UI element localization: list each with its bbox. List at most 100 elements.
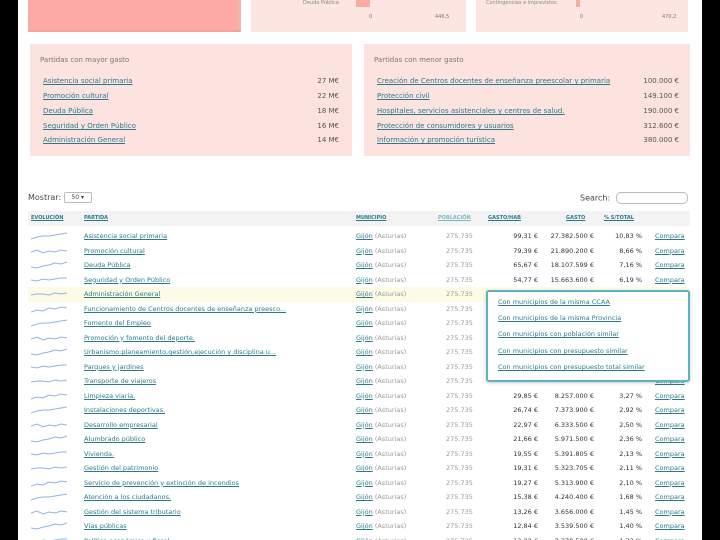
mayor-item[interactable]: Asistencia social primaria 27 M€ (43, 77, 339, 89)
compare-option-presupuesto[interactable]: Con municipios con presupuesto similar (498, 347, 628, 355)
row-partida[interactable]: Vías públicas (84, 522, 127, 530)
menor-item[interactable]: Creación de Centros docentes de enseñanz… (377, 77, 679, 89)
row-municipio: Gijón (Asturias) (356, 363, 406, 371)
row-partida[interactable]: Limpieza viaria. (84, 392, 135, 400)
row-partida[interactable]: Servicio de prevención y extinción de in… (84, 479, 239, 487)
row-municipio-link[interactable]: Gijón (356, 261, 373, 269)
row-partida[interactable]: Funcionamiento de Centros docentes de en… (84, 305, 286, 313)
menor-item[interactable]: Protección de consumidores y usuarios 31… (377, 122, 679, 134)
row-partida[interactable]: Política económica y fiscal (84, 537, 169, 540)
row-gasto: 7.373.900 € (554, 406, 594, 414)
row-partida[interactable]: Administración General (84, 290, 160, 298)
row-partida[interactable]: Parques y jardines (84, 363, 144, 371)
col-partida[interactable]: PARTIDA (84, 215, 108, 221)
row-compara-link[interactable]: Compara (655, 450, 685, 458)
row-partida[interactable]: Promoción cultural (84, 247, 145, 255)
row-municipio-link[interactable]: Gijón (356, 508, 373, 516)
row-compara-link[interactable]: Compara (655, 435, 685, 443)
mostrar-select[interactable]: 50 ▾ (63, 192, 92, 203)
mayor-item[interactable]: Seguridad y Orden Público 16 M€ (43, 122, 339, 134)
row-municipio-link[interactable]: Gijón (356, 290, 373, 298)
row-municipio-link[interactable]: Gijón (356, 377, 373, 385)
mayor-item-name[interactable]: Asistencia social primaria (43, 77, 133, 85)
menor-item-name[interactable]: Protección de consumidores y usuarios (377, 122, 514, 130)
row-compara-link[interactable]: Compara (655, 276, 685, 284)
col-evolucion[interactable]: EVOLUCIÓN (31, 215, 63, 221)
row-compara-link[interactable]: Compara (655, 247, 685, 255)
row-municipio-link[interactable]: Gijón (356, 479, 373, 487)
row-municipio-link[interactable]: Gijón (356, 348, 373, 356)
row-partida[interactable]: Asistencia social primaria (84, 232, 167, 240)
row-municipio-link[interactable]: Gijón (356, 435, 373, 443)
compare-option-presupuesto-total[interactable]: Con municipios con presupuesto total sim… (498, 363, 645, 371)
col-municipio[interactable]: MUNICIPIO (356, 215, 386, 221)
row-municipio-link[interactable]: Gijón (356, 450, 373, 458)
row-compara-link[interactable]: Compara (655, 493, 685, 501)
row-compara-link[interactable]: Compara (655, 508, 685, 516)
row-partida[interactable]: Gestión del sistema tributario (84, 508, 181, 516)
row-partida[interactable]: Gestión del patrimonio (84, 464, 158, 472)
row-municipio-link[interactable]: Gijón (356, 363, 373, 371)
menor-item-name[interactable]: Creación de Centros docentes de enseñanz… (377, 77, 610, 85)
mayor-item-name[interactable]: Deuda Pública (43, 107, 93, 115)
col-gasto[interactable]: GASTO (566, 215, 585, 221)
compare-option-poblacion[interactable]: Con municipios con población similar (498, 330, 619, 338)
menor-item-name[interactable]: Información y promoción turística (377, 136, 495, 144)
row-partida[interactable]: Promoción y fomento del deporte. (84, 334, 195, 342)
compare-option-provincia[interactable]: Con municipios de la misma Provincia (498, 314, 621, 322)
mayor-item[interactable]: Administración General 14 M€ (43, 136, 339, 148)
row-municipio-link[interactable]: Gijón (356, 247, 373, 255)
row-municipio-link[interactable]: Gijón (356, 305, 373, 313)
menor-item-value: 380.000 € (643, 136, 679, 144)
row-municipio-link[interactable]: Gijón (356, 334, 373, 342)
row-compara-link[interactable]: Compara (655, 479, 685, 487)
mayor-item-name[interactable]: Seguridad y Orden Público (43, 122, 136, 130)
row-region: (Asturias) (374, 420, 407, 429)
row-municipio-link[interactable]: Gijón (356, 276, 373, 284)
row-partida[interactable]: Urbanismo:planeamiento,gestión,ejecución… (84, 348, 276, 356)
row-compara-link[interactable]: Compara (655, 406, 685, 414)
mayor-item[interactable]: Promoción cultural 22 M€ (43, 92, 339, 104)
menor-item-name[interactable]: Hospitales, servicios asistenciales y ce… (377, 107, 565, 115)
col-poblacion[interactable]: POBLACIÓN (438, 215, 471, 221)
row-partida[interactable]: Transporte de viajeros (84, 377, 156, 385)
deuda-label: Deuda Pública (303, 0, 339, 6)
row-compara-link[interactable]: Compara (655, 232, 685, 240)
row-municipio-link[interactable]: Gijón (356, 421, 373, 429)
row-partida[interactable]: Instalaciones deportivas. (84, 406, 165, 414)
row-municipio-link[interactable]: Gijón (356, 464, 373, 472)
menor-item[interactable]: Hospitales, servicios asistenciales y ce… (377, 107, 679, 119)
row-municipio-link[interactable]: Gijón (356, 493, 373, 501)
menor-item-name[interactable]: Protección civil (377, 92, 430, 100)
row-compara-link[interactable]: Compara (655, 464, 685, 472)
row-compara-link[interactable]: Compara (655, 261, 685, 269)
row-compara-link[interactable]: Compara (655, 522, 685, 530)
row-municipio-link[interactable]: Gijón (356, 232, 373, 240)
row-municipio-link[interactable]: Gijón (356, 319, 373, 327)
row-gasto: 21.890.200 € (550, 246, 594, 255)
row-compara-link[interactable]: Compara (655, 421, 685, 429)
mayor-item-name[interactable]: Promoción cultural (43, 92, 108, 100)
row-municipio-link[interactable]: Gijón (356, 537, 373, 540)
mayor-item-name[interactable]: Administración General (43, 136, 125, 144)
search-input[interactable] (615, 192, 688, 204)
row-region: (Asturias) (374, 493, 407, 501)
row-partida[interactable]: Alumbrado público (84, 435, 145, 443)
menor-item[interactable]: Protección civil 149.100 € (377, 92, 679, 104)
row-municipio-link[interactable]: Gijón (356, 392, 373, 400)
row-partida[interactable]: Deuda Pública (84, 261, 131, 269)
compare-option-ccaa[interactable]: Con municipios de la misma CCAA (498, 298, 610, 306)
menor-item[interactable]: Información y promoción turística 380.00… (377, 136, 679, 148)
row-partida[interactable]: Vivienda. (84, 450, 114, 458)
row-partida[interactable]: Fomento del Empleo (84, 319, 151, 327)
row-municipio-link[interactable]: Gijón (356, 522, 373, 530)
col-habitante[interactable]: GASTO/HAB (488, 215, 521, 221)
row-compara-link[interactable]: Compara (655, 392, 685, 400)
mayor-item[interactable]: Deuda Pública 18 M€ (43, 107, 339, 119)
row-compara-link[interactable]: Compara (655, 537, 685, 540)
row-partida[interactable]: Atención a los ciudadanos. (84, 493, 171, 501)
row-partida[interactable]: Desarrollo empresarial (84, 421, 158, 429)
row-partida[interactable]: Seguridad y Orden Público (84, 276, 170, 284)
col-pct[interactable]: % S/TOTAL (604, 215, 634, 221)
row-municipio-link[interactable]: Gijón (356, 406, 373, 414)
